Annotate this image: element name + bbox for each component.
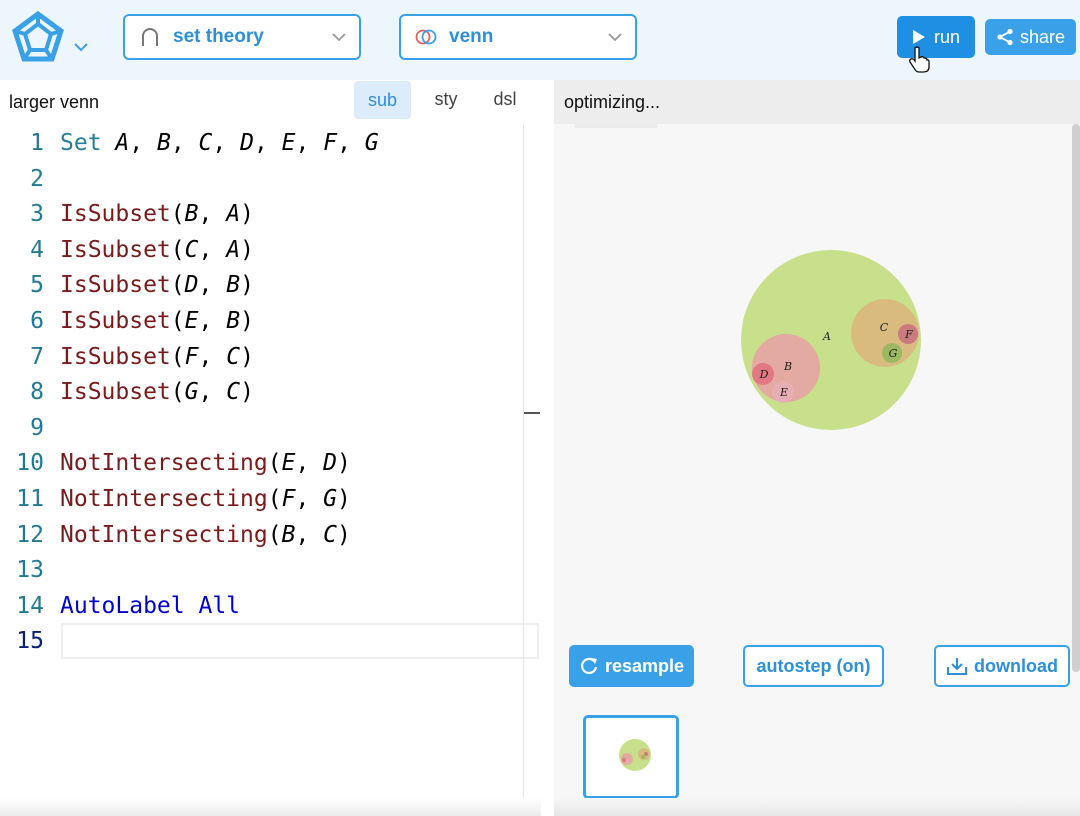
autostep-toggle-button[interactable]: autostep (on) [743, 645, 884, 687]
code-line[interactable]: 2 [0, 161, 540, 197]
diagram-canvas[interactable]: A B C D E F G [554, 124, 1072, 672]
code-text: IsSubset(B, A) [60, 201, 254, 228]
set-b-label: B [783, 360, 792, 373]
resample-button-label: resample [604, 655, 685, 676]
code-text: NotIntersecting(E, D) [60, 450, 351, 477]
set-f-label: F [904, 328, 913, 341]
canvas-scrollbar[interactable] [1072, 124, 1080, 672]
line-number: 5 [30, 272, 44, 299]
set-c-label: C [880, 321, 889, 334]
domain-dropdown-label: set theory [173, 26, 264, 47]
set-d-label: D [759, 368, 769, 381]
line-number: 11 [16, 486, 44, 512]
code-line[interactable]: 6 IsSubset(E, B) [0, 303, 540, 339]
download-button-label: download [974, 655, 1058, 676]
style-dropdown-label: venn [449, 26, 494, 47]
code-line[interactable]: 5 IsSubset(D, B) [0, 267, 540, 303]
line-number: 13 [16, 557, 44, 584]
play-icon [912, 30, 925, 44]
line-number: 15 [16, 628, 44, 655]
chevron-down-icon [332, 33, 346, 42]
code-text: AutoLabel All [60, 592, 241, 619]
line-number: 4 [30, 236, 44, 263]
code-line[interactable]: 8 IsSubset(G, C) [0, 374, 540, 410]
tab-sty[interactable]: sty [421, 80, 471, 119]
refresh-icon [581, 657, 598, 674]
intersection-icon [142, 28, 158, 46]
pane-bottom-edge [554, 798, 1080, 816]
penrose-logo-icon[interactable] [10, 10, 66, 66]
code-line[interactable]: 12 NotIntersecting(B, C) [0, 517, 540, 553]
history-thumbnail[interactable] [583, 715, 679, 799]
code-text: IsSubset(F, C) [60, 343, 254, 370]
line-number: 8 [30, 379, 44, 406]
code-editor[interactable]: 1 Set A, B, C, D, E, F, G 2 3 IsSubset(B, A)… [0, 125, 541, 815]
share-button-label: share [1019, 26, 1066, 47]
code-line[interactable]: 13 [0, 552, 540, 588]
set-g-label: G [889, 347, 898, 360]
code-line[interactable]: 9 [0, 410, 540, 446]
line-number: 14 [16, 592, 44, 619]
code-text: IsSubset(G, C) [60, 379, 254, 406]
document-title: larger venn [9, 92, 100, 112]
hand-cursor-icon [909, 46, 930, 73]
domain-dropdown[interactable]: set theory [123, 14, 361, 60]
share-icon [997, 28, 1013, 46]
download-icon [947, 658, 967, 675]
resample-button[interactable]: resample [569, 645, 694, 687]
editor-pane: larger venn sub sty dsl 1 Set A, B, C, D,… [0, 80, 541, 816]
top-toolbar: set theory venn run share [0, 0, 1080, 80]
style-dropdown[interactable]: venn [399, 14, 637, 60]
code-text: IsSubset(C, A) [60, 236, 254, 263]
code-text: IsSubset(E, B) [60, 308, 254, 334]
preview-pane: optimizing... A B C D E F G resample aut… [554, 80, 1080, 816]
code-line[interactable]: 1 Set A, B, C, D, E, F, G [0, 125, 540, 161]
thumbnail-preview [619, 739, 651, 771]
code-line[interactable]: 10 NotIntersecting(E, D) [0, 445, 540, 481]
set-a-label: A [822, 330, 831, 343]
set-e-label: E [779, 386, 788, 399]
tab-sub[interactable]: sub [354, 81, 411, 119]
line-number: 10 [16, 450, 44, 477]
download-button[interactable]: download [934, 645, 1070, 687]
line-number: 9 [30, 414, 44, 441]
pane-bottom-edge [0, 798, 541, 816]
code-text: Set A, B, C, D, E, F, G [60, 130, 379, 156]
code-line[interactable]: 4 IsSubset(C, A) [0, 232, 540, 268]
code-line[interactable]: 15 [0, 623, 540, 659]
optimization-status: optimizing... [564, 92, 661, 112]
run-button-label: run [933, 26, 960, 47]
code-text: IsSubset(D, B) [60, 272, 254, 299]
line-number: 3 [30, 201, 44, 228]
line-number: 6 [30, 308, 44, 334]
code-text: NotIntersecting(F, G) [60, 486, 351, 512]
code-line[interactable]: 14 AutoLabel All [0, 588, 540, 624]
line-number: 12 [16, 521, 44, 548]
tab-dsl[interactable]: dsl [480, 80, 530, 119]
line-number: 1 [30, 130, 44, 156]
code-line[interactable]: 11 NotIntersecting(F, G) [0, 481, 540, 517]
code-text: NotIntersecting(B, C) [60, 521, 351, 548]
code-line[interactable]: 3 IsSubset(B, A) [0, 196, 540, 232]
code-line[interactable]: 7 IsSubset(F, C) [0, 339, 540, 375]
autostep-button-label: autostep (on) [756, 655, 871, 676]
canvas-top-edge [574, 124, 658, 128]
chevron-down-icon [608, 33, 622, 42]
minimap-divider [523, 125, 524, 815]
line-number: 2 [30, 165, 44, 192]
scroll-position-marker[interactable] [524, 412, 540, 414]
venn-icon [415, 29, 437, 45]
share-button[interactable]: share [985, 19, 1076, 55]
line-number: 7 [30, 343, 44, 370]
status-bar: optimizing... [554, 80, 1080, 124]
chevron-down-icon[interactable] [72, 38, 90, 56]
